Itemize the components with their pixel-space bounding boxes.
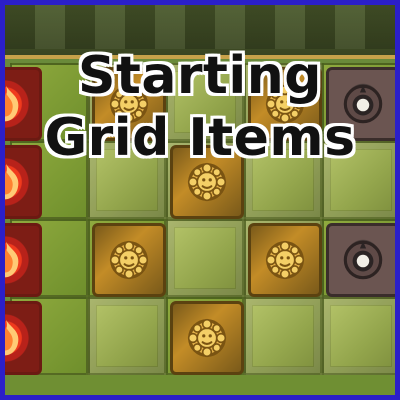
title-line-1: Starting [78,46,322,106]
grid-cell[interactable] [322,297,395,375]
thumbnail-title: Starting Grid Items [5,45,395,169]
gold-item[interactable] [92,223,166,297]
fire-item[interactable] [5,301,42,375]
dark-item[interactable] [326,223,395,297]
fire-item[interactable] [5,223,42,297]
grid-cell[interactable] [88,297,166,375]
grid-cell[interactable] [244,297,322,375]
sun-medallion-icon [109,240,149,280]
fire-icon [5,319,19,356]
grid-cell[interactable] [166,219,244,297]
gold-item[interactable] [170,301,244,375]
fire-icon [5,241,19,278]
grid-cell[interactable] [244,219,322,297]
grid-cell[interactable] [5,219,88,297]
thumbnail-frame: Starting Grid Items [0,0,400,400]
sun-medallion-icon [187,318,227,358]
grid-cell[interactable] [5,297,88,375]
gold-item[interactable] [248,223,322,297]
sun-medallion-icon [265,240,305,280]
grid-cell[interactable] [88,219,166,297]
title-line-2: Grid Items [44,108,356,168]
grid-cell[interactable] [166,297,244,375]
grid-cell[interactable] [322,219,395,297]
dark-orb-icon [343,240,383,280]
